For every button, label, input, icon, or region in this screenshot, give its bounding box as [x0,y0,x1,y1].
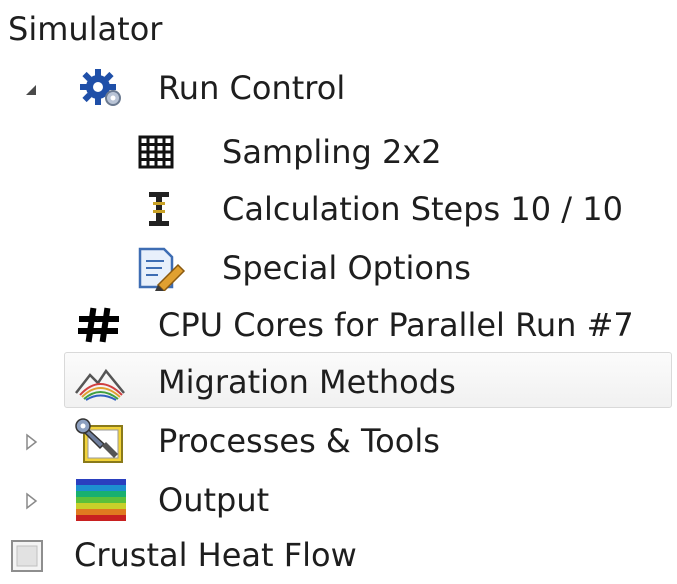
calculation-steps-label: Calculation Steps 10 / 10 [222,190,623,228]
special-options-label: Special Options [222,249,471,287]
collapsed-arrow-icon[interactable] [22,492,40,510]
grid-icon [138,135,174,169]
edit-document-icon [138,247,186,291]
tree-root-simulator[interactable]: Simulator [0,0,677,58]
tree-item-special-options[interactable]: Special Options [0,239,677,297]
simulator-tree: Simulator Run Control Sampling 2x2 Calcu… [0,0,677,576]
expanded-arrow-icon[interactable] [22,81,40,99]
checkbox-icon[interactable] [10,539,44,573]
tree-item-crustal-heat-flow[interactable]: Crustal Heat Flow [0,526,677,584]
output-layers-icon [76,479,126,521]
tree-item-cpu-cores[interactable]: CPU Cores for Parallel Run #7 [0,296,677,354]
hash-icon [78,307,119,343]
tree-item-processes-tools[interactable]: Processes & Tools [0,412,677,470]
gear-icon [80,69,121,106]
output-label: Output [158,481,270,519]
cpu-cores-label: CPU Cores for Parallel Run #7 [158,306,634,344]
tree-item-sampling[interactable]: Sampling 2x2 [0,123,677,181]
run-control-label: Run Control [158,69,346,107]
collapsed-arrow-icon[interactable] [22,433,40,451]
tree-item-run-control[interactable]: Run Control [0,59,677,117]
crustal-heat-flow-label: Crustal Heat Flow [74,536,357,574]
tree-item-output[interactable]: Output [0,471,677,529]
migration-methods-label: Migration Methods [158,363,456,401]
migration-icon [75,368,125,401]
tree-item-calculation-steps[interactable]: Calculation Steps 10 / 10 [0,180,677,238]
tree-root-label: Simulator [8,10,163,48]
tree-item-migration-methods[interactable]: Migration Methods [0,353,677,411]
steps-icon [149,192,169,226]
sampling-label: Sampling 2x2 [222,133,442,171]
processes-tools-label: Processes & Tools [158,422,440,460]
tools-icon [75,418,123,463]
